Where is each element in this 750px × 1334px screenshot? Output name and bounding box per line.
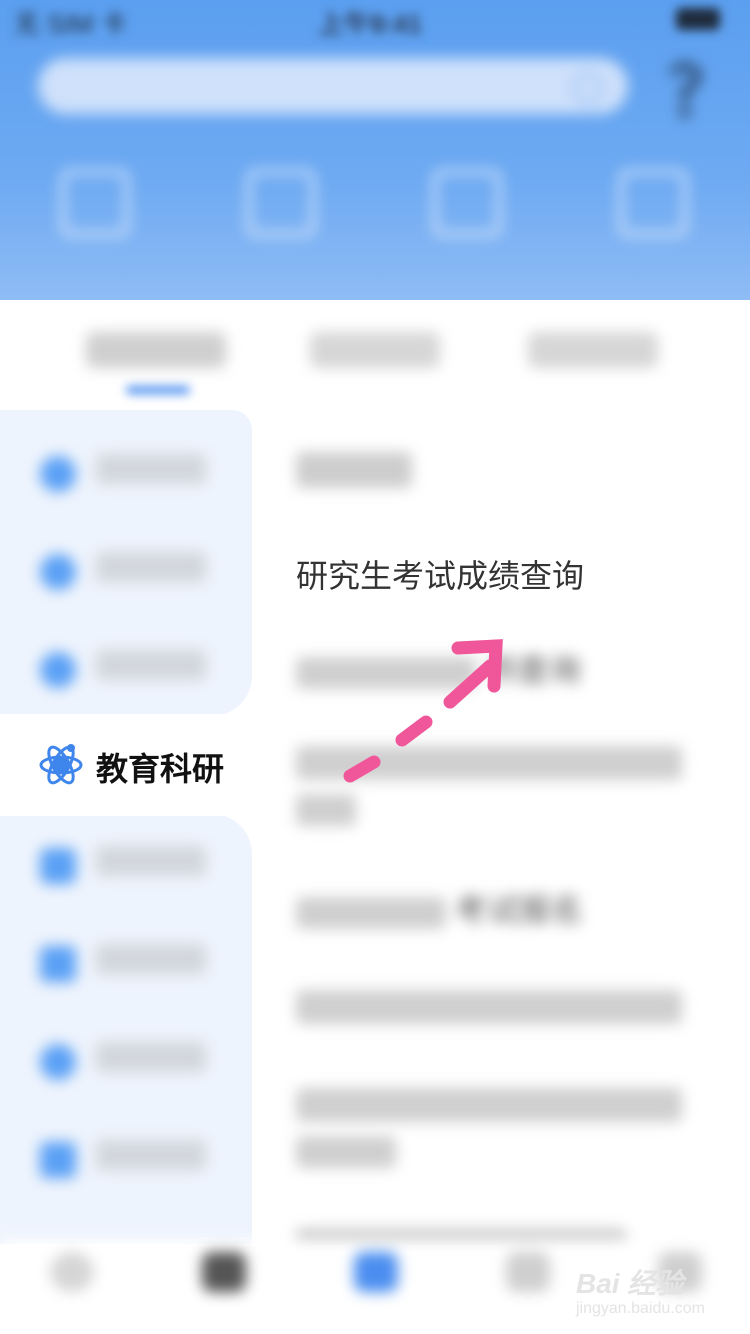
sidebar-item[interactable] [0, 424, 252, 520]
list-item-label: 考试报名 [454, 892, 583, 928]
blurred-text [296, 896, 446, 929]
sidebar-item[interactable] [0, 620, 252, 716]
help-icon[interactable] [662, 58, 708, 120]
status-icons [570, 6, 720, 32]
folder-icon [619, 170, 687, 236]
bank-icon [247, 170, 315, 236]
sidebar-item-label [96, 650, 206, 680]
sidebar-item[interactable] [0, 522, 252, 618]
list-item-line2 [296, 794, 356, 826]
nav-home[interactable] [22, 1252, 122, 1298]
category-item[interactable] [40, 160, 150, 280]
list-item-graduate-exam-score[interactable]: 研究生考试成绩查询 [296, 554, 706, 598]
sidebar-item-education[interactable]: 教育科研 [0, 714, 252, 816]
sidebar-item[interactable] [0, 1110, 252, 1206]
category-item[interactable] [598, 160, 708, 280]
watermark-url: jingyan.baidu.com [576, 1300, 705, 1317]
sidebar-item[interactable] [0, 914, 252, 1010]
category-row [0, 160, 750, 280]
search-bar[interactable] [38, 58, 628, 114]
sidebar-item-label [96, 1042, 206, 1072]
tab-2[interactable] [310, 332, 440, 368]
status-bar: 无 SIM 卡 上午9:41 [0, 0, 750, 40]
watermark-brand: Bai 经验 [576, 1268, 684, 1299]
nav-grid[interactable] [174, 1252, 274, 1298]
list-item[interactable] [296, 1088, 682, 1122]
map-icon [433, 170, 501, 236]
carrier-label: 无 SIM 卡 [14, 9, 127, 39]
service-icon [354, 1252, 398, 1292]
house-icon [40, 1142, 76, 1178]
grid-icon [202, 1252, 246, 1292]
list-item-line2 [296, 1136, 396, 1168]
nav-service[interactable] [326, 1252, 426, 1298]
tab-indicator [126, 386, 190, 394]
sidebar-item-label [96, 454, 206, 484]
list-item[interactable] [296, 452, 412, 488]
sidebar-item[interactable] [0, 1012, 252, 1108]
doc-icon [506, 1252, 550, 1292]
sidebar-item-label [96, 944, 206, 974]
category-item[interactable] [226, 160, 336, 280]
sidebar-item-label [96, 846, 206, 876]
clock: 上午9:41 [318, 9, 423, 39]
search-icon [572, 72, 604, 104]
tab-3[interactable] [528, 332, 658, 368]
category-item[interactable] [412, 160, 522, 280]
header: 无 SIM 卡 上午9:41 [0, 0, 750, 300]
circle-icon [40, 554, 76, 590]
tab-bar [0, 300, 750, 410]
list-item[interactable] [296, 990, 682, 1024]
annotation-arrow-icon [343, 639, 503, 783]
battery-icon [676, 8, 720, 30]
atom-icon [39, 744, 83, 785]
person-icon [40, 456, 76, 492]
sidebar-item-label: 教育科研 [96, 751, 225, 787]
tab-1[interactable] [86, 332, 226, 368]
document-icon [40, 946, 76, 982]
circle-icon [40, 1044, 76, 1080]
list-item[interactable]: 考试报名 [296, 888, 706, 932]
circle-icon [40, 652, 76, 688]
home-icon [50, 1252, 94, 1292]
sidebar-item-label [96, 1140, 206, 1170]
sidebar-item-label [96, 552, 206, 582]
watermark: Bai 经验 jingyan.baidu.com [576, 1262, 736, 1322]
nav-doc[interactable] [478, 1252, 578, 1298]
sidebar-item[interactable] [0, 816, 252, 912]
id-card-icon [61, 170, 129, 236]
briefcase-icon [40, 848, 76, 884]
